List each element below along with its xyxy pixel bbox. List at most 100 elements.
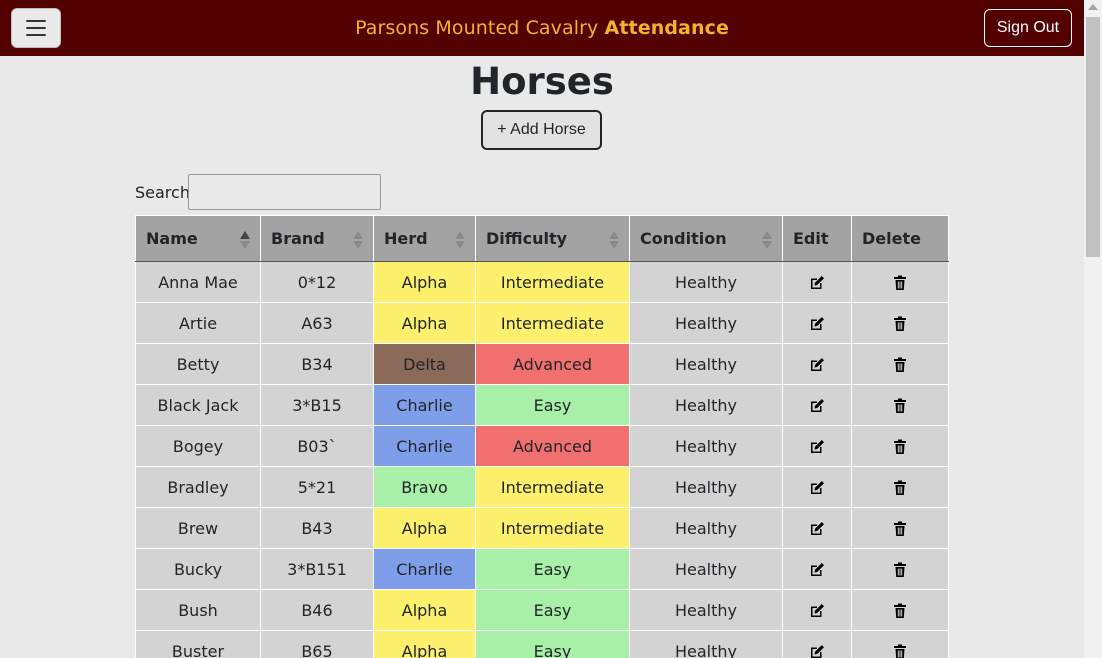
sort-icon: [762, 231, 772, 249]
trash-icon[interactable]: [891, 274, 909, 292]
cell-difficulty: Easy: [475, 589, 630, 631]
table-row: Black Jack 3*B15 Charlie Easy Healthy: [135, 384, 949, 426]
table-row: Artie A63 Alpha Intermediate Healthy: [135, 302, 949, 344]
trash-icon[interactable]: [891, 561, 909, 579]
horses-table: Name Brand Herd Difficulty Condition Edi…: [135, 215, 949, 658]
column-header-label: Difficulty: [486, 229, 568, 248]
cell-difficulty: Easy: [475, 384, 630, 426]
trash-icon[interactable]: [891, 520, 909, 538]
table-row: Betty B34 Delta Advanced Healthy: [135, 343, 949, 385]
table-row: Anna Mae 0*12 Alpha Intermediate Healthy: [135, 261, 949, 303]
column-header-edit: Edit: [782, 215, 852, 262]
search-input[interactable]: [188, 174, 381, 210]
sort-icon: [240, 231, 250, 249]
sign-out-button[interactable]: Sign Out: [984, 9, 1072, 47]
cell-brand: B46: [260, 589, 374, 631]
cell-difficulty: Intermediate: [475, 261, 630, 303]
cell-edit: [782, 343, 852, 385]
cell-brand: B43: [260, 507, 374, 549]
cell-condition: Healthy: [629, 425, 783, 467]
cell-brand: 5*21: [260, 466, 374, 508]
column-header-label: Herd: [384, 229, 428, 248]
cell-name: Anna Mae: [135, 261, 261, 303]
cell-herd: Alpha: [373, 261, 476, 303]
cell-edit: [782, 630, 852, 658]
trash-icon[interactable]: [891, 643, 909, 658]
edit-icon[interactable]: [808, 397, 826, 415]
scrollbar-thumb[interactable]: [1086, 17, 1100, 257]
trash-icon[interactable]: [891, 479, 909, 497]
cell-brand: 3*B15: [260, 384, 374, 426]
app-title-regular: Parsons Mounted Cavalry: [355, 17, 599, 39]
column-header-name[interactable]: Name: [135, 215, 261, 262]
trash-icon[interactable]: [891, 438, 909, 456]
cell-delete: [851, 343, 949, 385]
column-header-herd[interactable]: Herd: [373, 215, 476, 262]
cell-name: Black Jack: [135, 384, 261, 426]
page-title: Horses: [470, 60, 614, 103]
cell-condition: Healthy: [629, 630, 783, 658]
table-row: Bucky 3*B151 Charlie Easy Healthy: [135, 548, 949, 590]
cell-delete: [851, 261, 949, 303]
cell-edit: [782, 548, 852, 590]
column-header-label: Delete: [862, 229, 921, 248]
cell-herd: Alpha: [373, 630, 476, 658]
table-row: Bradley 5*21 Bravo Intermediate Healthy: [135, 466, 949, 508]
cell-herd: Charlie: [373, 384, 476, 426]
trash-icon[interactable]: [891, 315, 909, 333]
cell-brand: B65: [260, 630, 374, 658]
edit-icon[interactable]: [808, 643, 826, 658]
edit-icon[interactable]: [808, 479, 826, 497]
edit-icon[interactable]: [808, 520, 826, 538]
cell-delete: [851, 384, 949, 426]
cell-name: Bucky: [135, 548, 261, 590]
edit-icon[interactable]: [808, 315, 826, 333]
sort-icon: [609, 231, 619, 249]
column-header-label: Name: [146, 229, 198, 248]
cell-delete: [851, 425, 949, 467]
cell-condition: Healthy: [629, 507, 783, 549]
trash-icon[interactable]: [891, 356, 909, 374]
table-header-row: Name Brand Herd Difficulty Condition Edi…: [135, 215, 949, 262]
cell-difficulty: Intermediate: [475, 466, 630, 508]
cell-delete: [851, 302, 949, 344]
top-navbar: Parsons Mounted Cavalry Attendance Sign …: [0, 0, 1084, 56]
cell-difficulty: Intermediate: [475, 302, 630, 344]
cell-herd: Bravo: [373, 466, 476, 508]
cell-delete: [851, 589, 949, 631]
cell-brand: B34: [260, 343, 374, 385]
cell-delete: [851, 548, 949, 590]
cell-name: Betty: [135, 343, 261, 385]
edit-icon[interactable]: [808, 274, 826, 292]
trash-icon[interactable]: [891, 602, 909, 620]
cell-edit: [782, 466, 852, 508]
cell-delete: [851, 630, 949, 658]
app-title-bold: Attendance: [604, 17, 729, 39]
sort-icon: [455, 231, 465, 249]
cell-edit: [782, 302, 852, 344]
cell-name: Buster: [135, 630, 261, 658]
cell-herd: Delta: [373, 343, 476, 385]
cell-difficulty: Intermediate: [475, 507, 630, 549]
table-row: Brew B43 Alpha Intermediate Healthy: [135, 507, 949, 549]
cell-name: Brew: [135, 507, 261, 549]
column-header-brand[interactable]: Brand: [260, 215, 374, 262]
app-title: Parsons Mounted Cavalry Attendance: [0, 17, 1084, 39]
cell-name: Artie: [135, 302, 261, 344]
edit-icon[interactable]: [808, 438, 826, 456]
edit-icon[interactable]: [808, 356, 826, 374]
column-header-label: Edit: [793, 229, 829, 248]
cell-brand: 3*B151: [260, 548, 374, 590]
edit-icon[interactable]: [808, 602, 826, 620]
table-row: Bogey B03` Charlie Advanced Healthy: [135, 425, 949, 467]
column-header-label: Condition: [640, 229, 727, 248]
scroll-up-arrow-icon[interactable]: [1088, 4, 1098, 10]
edit-icon[interactable]: [808, 561, 826, 579]
cell-edit: [782, 384, 852, 426]
trash-icon[interactable]: [891, 397, 909, 415]
column-header-difficulty[interactable]: Difficulty: [475, 215, 630, 262]
add-horse-button[interactable]: + Add Horse: [481, 110, 602, 150]
column-header-label: Brand: [271, 229, 325, 248]
column-header-condition[interactable]: Condition: [629, 215, 783, 262]
cell-edit: [782, 425, 852, 467]
